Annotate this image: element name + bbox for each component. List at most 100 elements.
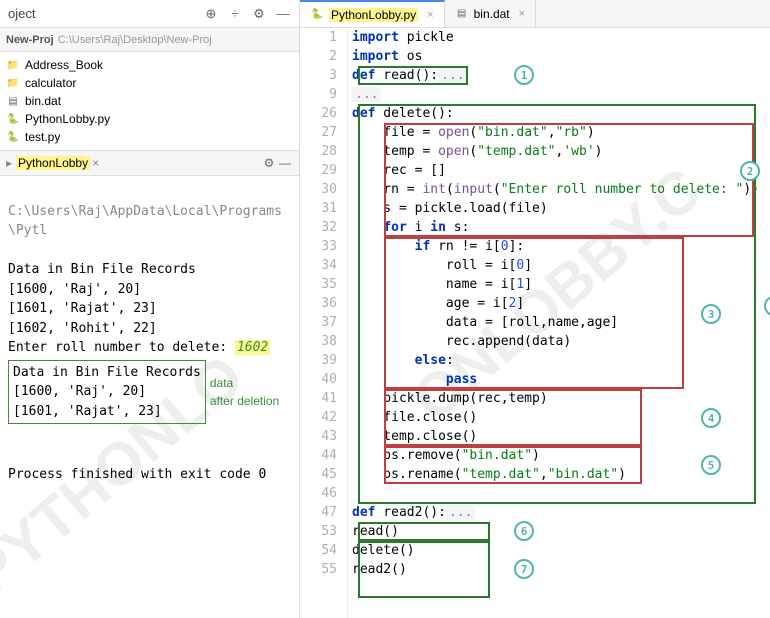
run-config-name: PythonLobby <box>16 156 90 170</box>
line-number: 1 <box>300 28 337 47</box>
output-line: Data in Bin File Records <box>8 262 196 277</box>
tree-item-file[interactable]: 🐍 PythonLobby.py <box>0 110 299 128</box>
project-label: oject <box>8 6 35 21</box>
code-line: def read():... <box>352 66 770 85</box>
code-line: import pickle <box>352 28 770 47</box>
code-line: rec = [] <box>352 161 770 180</box>
code-line: temp.close() <box>352 427 770 446</box>
line-number: 35 <box>300 275 337 294</box>
output-line: [1601, 'Rajat', 23] <box>13 404 162 419</box>
callout-1: 1 <box>514 65 534 85</box>
line-number: 37 <box>300 313 337 332</box>
tree-item-dir[interactable]: 📁Address_Book <box>0 56 299 74</box>
line-number: 40 <box>300 370 337 389</box>
line-number: 32 <box>300 218 337 237</box>
editor-tabs: 🐍 PythonLobby.py × ▤ bin.dat × <box>300 0 770 28</box>
tree-item-dir[interactable]: 📁 calculator <box>0 74 299 92</box>
folder-icon: 📁 <box>6 58 20 72</box>
line-number: 33 <box>300 237 337 256</box>
line-number: 29 <box>300 161 337 180</box>
line-number: 28 <box>300 142 337 161</box>
callout-5: 5 <box>701 455 721 475</box>
line-numbers: 1239262728293031323334353637383940414243… <box>300 28 348 618</box>
line-number: 54 <box>300 541 337 560</box>
close-icon[interactable]: × <box>427 9 433 21</box>
callout-3: 3 <box>701 304 721 324</box>
collapse-icon[interactable]: ÷ <box>227 6 243 22</box>
line-number: 2 <box>300 47 337 66</box>
user-input: 1602 <box>235 340 270 355</box>
tab-label: bin.dat <box>474 7 510 21</box>
annotation-label: data after deletion <box>210 374 279 410</box>
code-line: delete() <box>352 541 770 560</box>
run-arrow-icon[interactable]: ▸ <box>6 156 12 170</box>
line-number: 45 <box>300 465 337 484</box>
output-line: [1602, 'Rohit', 22] <box>8 321 157 336</box>
line-number: 55 <box>300 560 337 579</box>
breadcrumb-project[interactable]: New-Proj <box>6 34 54 46</box>
line-number: 36 <box>300 294 337 313</box>
code-line: rec.append(data) <box>352 332 770 351</box>
python-icon: 🐍 <box>310 8 324 22</box>
code-line: def read2():... <box>352 503 770 522</box>
gear-icon[interactable]: ⚙ <box>261 155 277 171</box>
code-line: else: <box>352 351 770 370</box>
close-tab-icon[interactable]: × <box>92 156 99 170</box>
tab-bindat[interactable]: ▤ bin.dat × <box>445 0 536 27</box>
file-icon: ▤ <box>455 7 469 21</box>
tree-item-file[interactable]: 🐍 test.py <box>0 128 299 146</box>
line-number: 27 <box>300 123 337 142</box>
python-icon: 🐍 <box>6 130 20 144</box>
callout-4: 4 <box>701 408 721 428</box>
output-line: Enter roll number to delete: <box>8 340 235 355</box>
callout-6: 6 <box>514 521 534 541</box>
tree-item-file[interactable]: ▤bin.dat <box>0 92 299 110</box>
line-number: 44 <box>300 446 337 465</box>
code-line: pickle.dump(rec,temp) <box>352 389 770 408</box>
project-pane: oject ⊕ ÷ ⚙ — New-Proj C:\Users\Raj\Desk… <box>0 0 300 618</box>
code-line: s = pickle.load(file) <box>352 199 770 218</box>
hide-icon[interactable]: — <box>275 6 291 22</box>
output-line: [1600, 'Raj', 20] <box>8 282 141 297</box>
hide-icon[interactable]: — <box>277 155 293 171</box>
line-number: 30 <box>300 180 337 199</box>
code-line: def delete(): <box>352 104 770 123</box>
code-line: rn = int(input("Enter roll number to del… <box>352 180 770 199</box>
code-line: ... <box>352 85 770 104</box>
line-number: 3 <box>300 66 337 85</box>
gear-icon[interactable]: ⚙ <box>251 6 267 22</box>
tree-item-label: test.py <box>25 130 60 144</box>
line-number: 9 <box>300 85 337 104</box>
code-line: import os <box>352 47 770 66</box>
file-tree: 📁Address_Book 📁 calculator ▤bin.dat 🐍 Pyth… <box>0 52 299 150</box>
line-number: 47 <box>300 503 337 522</box>
line-number: 26 <box>300 104 337 123</box>
console-path: C:\Users\Raj\AppData\Local\Programs\Pytl <box>8 202 291 241</box>
exit-message: Process finished with exit code 0 <box>8 467 266 482</box>
code-content[interactable]: 1 A 2 3 4 5 6 7 import pickleimport osde… <box>348 28 770 618</box>
code-editor[interactable]: 1239262728293031323334353637383940414243… <box>300 28 770 618</box>
line-number: 34 <box>300 256 337 275</box>
line-number: 43 <box>300 427 337 446</box>
code-line: roll = i[0] <box>352 256 770 275</box>
console-output: C:\Users\Raj\AppData\Local\Programs\Pytl… <box>0 176 299 618</box>
python-icon: 🐍 <box>6 112 20 126</box>
callout-7: 7 <box>514 559 534 579</box>
callout-2: 2 <box>740 161 760 181</box>
line-number: 38 <box>300 332 337 351</box>
tree-item-label: PythonLobby.py <box>25 112 110 126</box>
line-number: 41 <box>300 389 337 408</box>
breadcrumb: New-Proj C:\Users\Raj\Desktop\New-Proj <box>0 28 299 52</box>
folder-icon: 📁 <box>6 76 20 90</box>
project-toolbar: oject ⊕ ÷ ⚙ — <box>0 0 299 28</box>
target-icon[interactable]: ⊕ <box>203 6 219 22</box>
file-icon: ▤ <box>6 94 20 108</box>
code-line: temp = open("temp.dat",'wb') <box>352 142 770 161</box>
output-line: [1600, 'Raj', 20] <box>13 384 146 399</box>
close-icon[interactable]: × <box>519 8 525 20</box>
tree-item-label: calculator <box>25 76 76 90</box>
code-line: name = i[1] <box>352 275 770 294</box>
tab-pythonlobby[interactable]: 🐍 PythonLobby.py × <box>300 0 445 27</box>
code-line: pass <box>352 370 770 389</box>
code-line: read2() <box>352 560 770 579</box>
